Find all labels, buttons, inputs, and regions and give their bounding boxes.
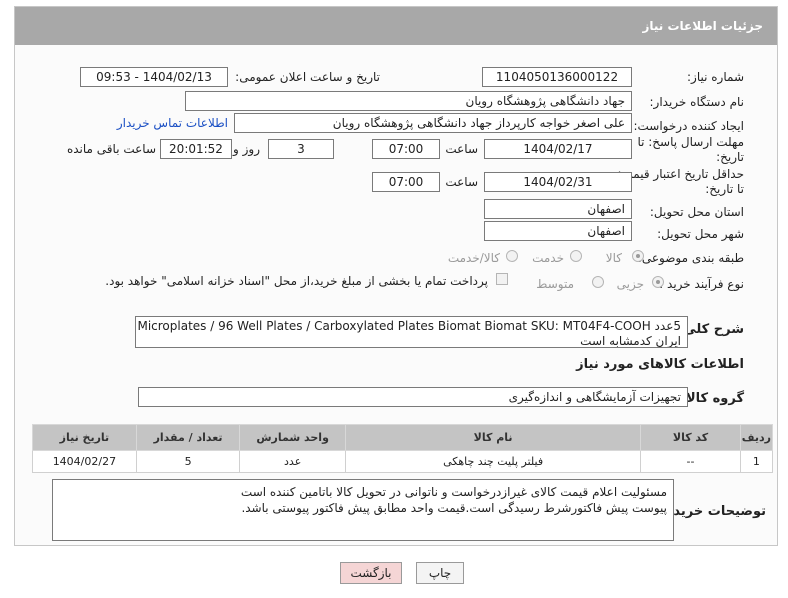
province-label: استان محل تحویل: (649, 205, 744, 219)
buyer-org-label: نام دستگاه خریدار: (649, 95, 745, 109)
goods-info-title: اطلاعات کالاهای مورد نیاز (576, 357, 744, 372)
cell-unit: عدد (239, 450, 346, 473)
cell-name: فیلتر پلیت چند چاهکی (344, 450, 642, 473)
buyer-notes-line-2: پیوست پیش فاکتورشرط رسیدگی است.قیمت واحد… (241, 501, 667, 515)
need-number-field[interactable]: 1104050136000122 (482, 67, 632, 87)
days-remaining-field[interactable]: 3 (268, 139, 334, 159)
col-row: ردیف (739, 424, 774, 451)
reply-time-field[interactable]: 07:00 (372, 139, 440, 159)
treasury-payment-checkbox[interactable] (496, 273, 508, 285)
validity-time-field[interactable]: 07:00 (372, 172, 440, 192)
buyer-notes-line-1: مسئولیت اعلام قیمت کالای غیرازدرخواست و … (240, 485, 667, 499)
goods-group-label: گروه کالا: (680, 391, 744, 406)
reply-date-field[interactable]: 1404/02/17 (484, 139, 632, 159)
validity-time-label: ساعت (445, 175, 478, 189)
remaining-time-label: ساعت باقی مانده (66, 142, 156, 156)
treasury-payment-note: پرداخت تمام یا بخشی از مبلغ خرید،از محل … (105, 274, 488, 288)
process-option-minor: جزیی (616, 277, 644, 291)
table-row[interactable]: 1 -- فیلتر پلیت چند چاهکی عدد 5 1404/02/… (32, 450, 774, 473)
category-option-goods: کالا (605, 251, 622, 265)
process-type-label: نوع فرآیند خرید : (659, 277, 744, 291)
back-button[interactable]: بازگشت (340, 562, 402, 584)
process-option-medium: متوسط (536, 277, 574, 291)
process-radio-minor[interactable] (652, 276, 664, 288)
announce-date-field[interactable]: 1404/02/13 - 09:53 (80, 67, 228, 87)
col-unit: واحد شمارش (239, 424, 346, 451)
contact-info-link[interactable]: اطلاعات تماس خریدار (117, 116, 228, 130)
table-header-row: ردیف کد کالا نام کالا واحد شمارش تعداد /… (32, 424, 774, 451)
price-validity-label: حداقل تاریخ اعتبار قیمت: (617, 167, 744, 181)
print-button[interactable]: چاپ (416, 562, 464, 584)
province-field[interactable]: اصفهان (484, 199, 632, 219)
buyer-org-field[interactable]: جهاد دانشگاهی پژوهشگاه رویان (185, 91, 632, 111)
buyer-notes-field[interactable]: مسئولیت اعلام قیمت کالای غیرازدرخواست و … (52, 479, 674, 541)
goods-group-field[interactable]: تجهیزات آزمایشگاهی و اندازه‌گیری (138, 387, 688, 407)
days-label: روز و (233, 142, 260, 156)
validity-date-field[interactable]: 1404/02/31 (484, 172, 632, 192)
price-validity-label-date: تا تاریخ: (705, 182, 744, 196)
category-radio-goods[interactable] (632, 250, 644, 262)
category-option-service: خدمت (532, 251, 564, 265)
reply-deadline-label: مهلت ارسال پاسخ: تا (637, 135, 744, 149)
category-radio-both[interactable] (506, 250, 518, 262)
need-number-label: شماره نیاز: (687, 70, 744, 84)
cell-code: -- (640, 450, 741, 473)
col-code: کد کالا (640, 424, 741, 451)
panel-title: جزئیات اطلاعات نیاز (15, 7, 777, 45)
category-option-both: کالا/خدمت (447, 251, 500, 265)
remaining-time-field[interactable]: 20:01:52 (160, 139, 232, 159)
col-qty: تعداد / مقدار (135, 424, 241, 451)
requester-field[interactable]: علی اصغر خواجه کارپرداز جهاد دانشگاهی پژ… (234, 113, 632, 133)
city-field[interactable]: اصفهان (484, 221, 632, 241)
col-need-date: تاریخ نیاز (32, 424, 137, 451)
goods-table: ردیف کد کالا نام کالا واحد شمارش تعداد /… (32, 424, 774, 473)
description-field[interactable]: 5عدد Microplates / 96 Well Plates / Carb… (135, 316, 688, 348)
reply-time-label: ساعت (445, 142, 478, 156)
category-radio-service[interactable] (570, 250, 582, 262)
category-label: طبقه بندی موضوعی: (637, 251, 744, 265)
cell-qty: 5 (135, 450, 241, 473)
cell-need-date: 1404/02/27 (32, 450, 137, 473)
announce-date-label: تاریخ و ساعت اعلان عمومی: (235, 70, 380, 84)
requester-label: ایجاد کننده درخواست: (633, 119, 744, 133)
col-name: نام کالا (344, 424, 642, 451)
reply-deadline-label-date: تاریخ: (716, 150, 744, 164)
cell-row: 1 (739, 450, 774, 473)
process-radio-medium[interactable] (592, 276, 604, 288)
city-label: شهر محل تحویل: (657, 227, 744, 241)
